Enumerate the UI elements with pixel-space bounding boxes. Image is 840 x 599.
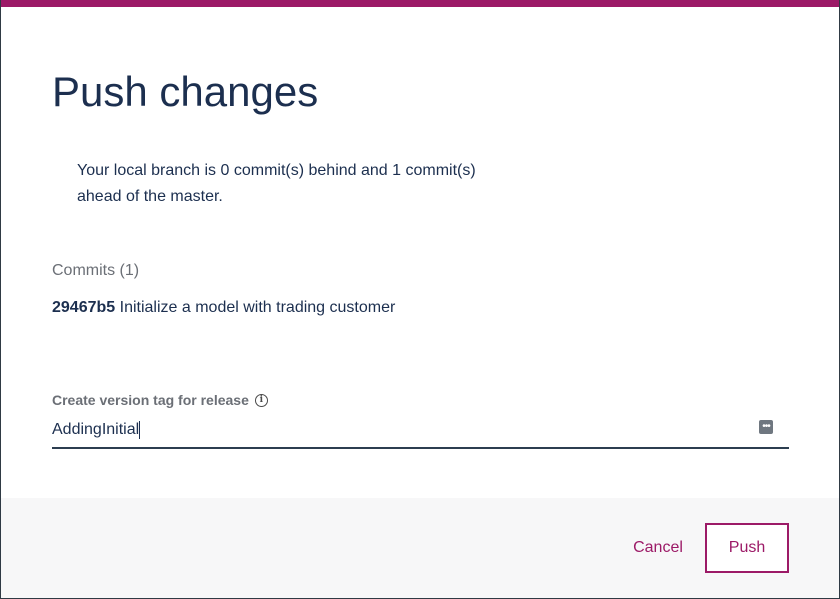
push-button[interactable]: Push xyxy=(705,523,789,573)
commit-list-item: 29467b5 Initialize a model with trading … xyxy=(52,299,395,317)
version-tag-label-row: Create version tag for release i xyxy=(52,392,268,408)
version-tag-label: Create version tag for release xyxy=(52,392,249,408)
branch-status-summary: Your local branch is 0 commit(s) behind … xyxy=(77,162,476,205)
commit-message: Initialize a model with trading customer xyxy=(119,299,396,316)
info-icon[interactable]: i xyxy=(254,393,268,407)
version-tag-input[interactable] xyxy=(52,418,742,442)
dialog-title: Push changes xyxy=(52,68,319,115)
push-changes-dialog: Push changes Your local branch is 0 comm… xyxy=(0,0,840,599)
more-icon[interactable]: ••• xyxy=(759,420,773,434)
commits-label: Commits (1) xyxy=(52,262,140,279)
text-cursor xyxy=(139,421,140,439)
cancel-button[interactable]: Cancel xyxy=(621,524,695,572)
dialog-top-accent-bar xyxy=(1,0,839,7)
version-tag-field: ••• xyxy=(52,414,789,449)
commit-hash: 29467b5 xyxy=(52,299,116,316)
